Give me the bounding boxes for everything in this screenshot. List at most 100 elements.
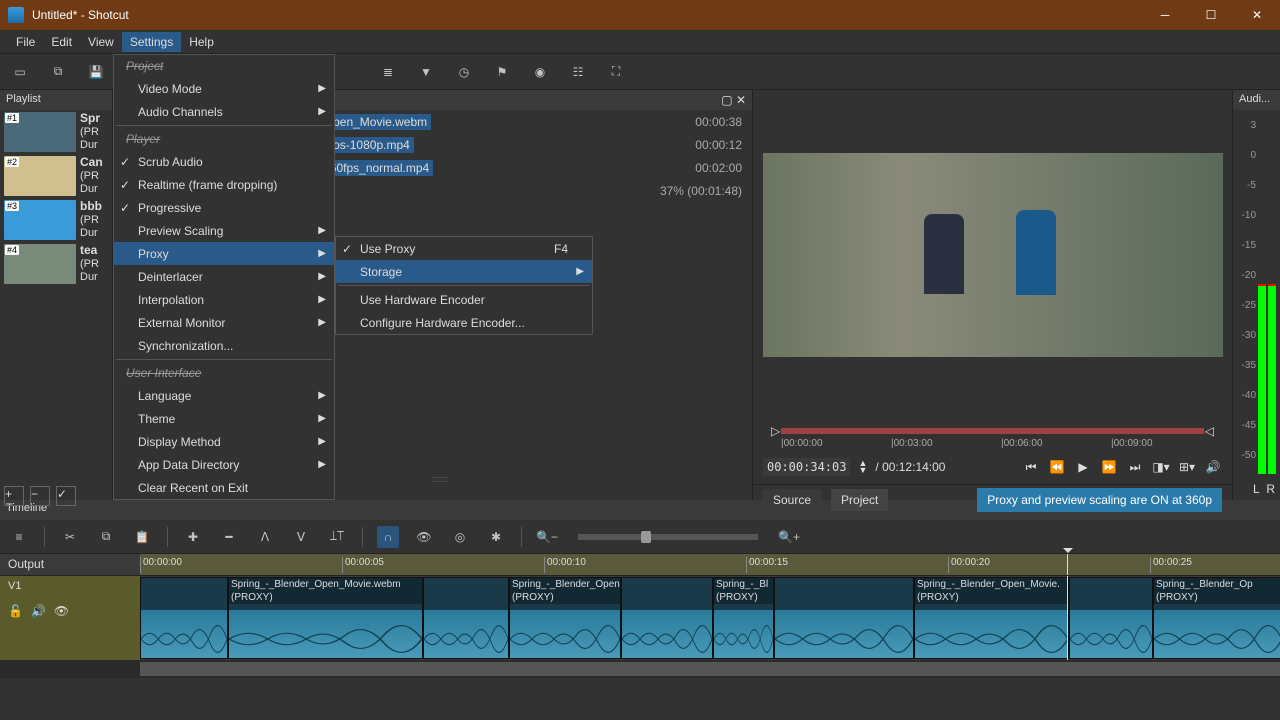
- ripple-icon[interactable]: ◎: [449, 526, 471, 548]
- save-icon[interactable]: 💾: [84, 60, 108, 84]
- record-icon[interactable]: ◉: [528, 60, 552, 84]
- maximize-button[interactable]: ☐: [1188, 0, 1234, 30]
- volume-icon[interactable]: 🔊: [1204, 460, 1222, 474]
- output-label: Output: [0, 554, 140, 575]
- skip-prev-icon[interactable]: ⏮: [1022, 460, 1040, 475]
- markers-icon[interactable]: ⚑: [490, 60, 514, 84]
- tab-project[interactable]: Project: [831, 489, 888, 511]
- playlist-item[interactable]: #1Spr(PRDur: [0, 110, 112, 154]
- timeline-clip[interactable]: Spring_-_Blender_Open_Movie.(PROXY): [914, 577, 1069, 659]
- remove-icon[interactable]: ━: [218, 526, 240, 548]
- copy-icon[interactable]: ⧉: [95, 526, 117, 548]
- menu-item[interactable]: Video Mode▶: [114, 77, 334, 100]
- menu-help[interactable]: Help: [181, 32, 222, 52]
- menu-view[interactable]: View: [80, 32, 122, 52]
- zoom-in-icon[interactable]: 🔍+: [778, 526, 800, 548]
- timeline-clip[interactable]: [423, 577, 509, 659]
- overwrite-icon[interactable]: ᐯ: [290, 526, 312, 548]
- close-button[interactable]: ✕: [1234, 0, 1280, 30]
- menu-item[interactable]: Theme▶: [114, 407, 334, 430]
- forward-icon[interactable]: ⏩: [1100, 460, 1118, 474]
- scrub-icon[interactable]: 👁: [413, 526, 435, 548]
- menu-item[interactable]: ✓Scrub Audio: [114, 150, 334, 173]
- minimize-button[interactable]: ─: [1142, 0, 1188, 30]
- tab-source[interactable]: Source: [763, 489, 821, 511]
- timeline-clip[interactable]: Spring_-_Blender_Open(PROXY): [509, 577, 621, 659]
- playhead[interactable]: [1067, 576, 1068, 660]
- menu-item[interactable]: ✓Progressive: [114, 196, 334, 219]
- menu-item[interactable]: Display Method▶: [114, 430, 334, 453]
- menu-item[interactable]: Interpolation▶: [114, 288, 334, 311]
- hide-icon[interactable]: 👁: [54, 604, 69, 618]
- lift-icon[interactable]: ᐱ: [254, 526, 276, 548]
- zoom-icon[interactable]: ◨▾: [1152, 460, 1170, 474]
- zoom-out-icon[interactable]: 🔍−: [536, 526, 558, 548]
- menu-item[interactable]: External Monitor▶: [114, 311, 334, 334]
- track-header[interactable]: V1 🔓 🔊 👁: [0, 576, 140, 660]
- timecode-current[interactable]: 00:00:34:03: [763, 458, 850, 476]
- rewind-icon[interactable]: ⏪: [1048, 460, 1066, 474]
- timeline-ruler[interactable]: 00:00:0000:00:0500:00:1000:00:1500:00:20…: [140, 554, 1280, 575]
- timeline-clip[interactable]: [1069, 577, 1153, 659]
- menu-item[interactable]: Preview Scaling▶: [114, 219, 334, 242]
- timeline-clip[interactable]: [621, 577, 713, 659]
- play-icon[interactable]: ▶: [1074, 460, 1092, 474]
- timeline-scrollbar[interactable]: [0, 660, 1280, 678]
- proxy-notice[interactable]: Proxy and preview scaling are ON at 360p: [977, 488, 1222, 512]
- submenu-item[interactable]: Storage▶: [336, 260, 592, 283]
- timeline-clip[interactable]: Spring_-_Blender_Op(PROXY): [1153, 577, 1280, 659]
- stack-icon[interactable]: ☷: [566, 60, 590, 84]
- menu-file[interactable]: File: [8, 32, 43, 52]
- append-icon[interactable]: ✚: [182, 526, 204, 548]
- playlist-add-button[interactable]: +: [4, 486, 24, 506]
- video-preview[interactable]: [753, 90, 1232, 420]
- jobs-panel-buttons[interactable]: ▢ ✕: [721, 93, 746, 107]
- menu-item[interactable]: App Data Directory▶: [114, 453, 334, 476]
- timeline-clip[interactable]: [140, 577, 228, 659]
- menu-item[interactable]: Clear Recent on Exit: [114, 476, 334, 499]
- open-other-icon[interactable]: ⧉: [46, 60, 70, 84]
- playlist-item[interactable]: #3bbb(PRDur: [0, 198, 112, 242]
- timeline-clip[interactable]: Spring_-_Bl(PROXY): [713, 577, 774, 659]
- playhead[interactable]: [1067, 554, 1068, 575]
- in-point-icon[interactable]: ▷: [771, 424, 780, 438]
- timeline-clip[interactable]: Spring_-_Blender_Open_Movie.webm(PROXY): [228, 577, 423, 659]
- menu-item[interactable]: Audio Channels▶: [114, 100, 334, 123]
- menu-item[interactable]: Language▶: [114, 384, 334, 407]
- mute-icon[interactable]: 🔊: [31, 604, 46, 618]
- submenu-item[interactable]: Use Hardware Encoder: [336, 288, 592, 311]
- fullscreen-icon[interactable]: ⛶: [604, 60, 628, 84]
- menu-item[interactable]: Proxy▶: [114, 242, 334, 265]
- track-body[interactable]: Spring_-_Blender_Open_Movie.webm(PROXY) S…: [140, 576, 1280, 660]
- menu-item[interactable]: Synchronization...: [114, 334, 334, 357]
- preview-scrubber[interactable]: ▷ ◁ |00:00:00|00:03:00|00:06:00|00:09:00: [763, 420, 1222, 450]
- submenu-item[interactable]: Configure Hardware Encoder...: [336, 311, 592, 334]
- timecode-spinner[interactable]: ▲▼: [858, 460, 867, 474]
- open-file-icon[interactable]: ▭: [8, 60, 32, 84]
- ripple-all-icon[interactable]: ✱: [485, 526, 507, 548]
- lock-icon[interactable]: 🔓: [8, 604, 23, 618]
- menu-settings[interactable]: Settings: [122, 32, 181, 52]
- tl-menu-icon[interactable]: ≡: [8, 526, 30, 548]
- submenu-item[interactable]: ✓Use ProxyF4: [336, 237, 592, 260]
- list-icon[interactable]: ≣: [376, 60, 400, 84]
- filters-icon[interactable]: ▼: [414, 60, 438, 84]
- snap-icon[interactable]: ∩: [377, 526, 399, 548]
- menu-item[interactable]: Deinterlacer▶: [114, 265, 334, 288]
- timer-icon[interactable]: ◷: [452, 60, 476, 84]
- cut-icon[interactable]: ✂: [59, 526, 81, 548]
- playlist-item[interactable]: #2Can(PRDur: [0, 154, 112, 198]
- out-point-icon[interactable]: ◁: [1205, 424, 1214, 438]
- playlist-item[interactable]: #4tea(PRDur: [0, 242, 112, 286]
- drag-handle-icon[interactable]: ::::::: [433, 474, 448, 484]
- menu-item[interactable]: ✓Realtime (frame dropping): [114, 173, 334, 196]
- paste-icon[interactable]: 📋: [131, 526, 153, 548]
- playlist-check-button[interactable]: ✓: [56, 486, 76, 506]
- split-icon[interactable]: ⟘⟙: [326, 526, 348, 548]
- menu-edit[interactable]: Edit: [43, 32, 80, 52]
- zoom-slider[interactable]: [578, 534, 758, 540]
- skip-next-icon[interactable]: ⏭: [1126, 460, 1144, 475]
- timeline-clip[interactable]: [774, 577, 914, 659]
- grid-icon[interactable]: ⊞▾: [1178, 460, 1196, 474]
- playlist-remove-button[interactable]: −: [30, 486, 50, 506]
